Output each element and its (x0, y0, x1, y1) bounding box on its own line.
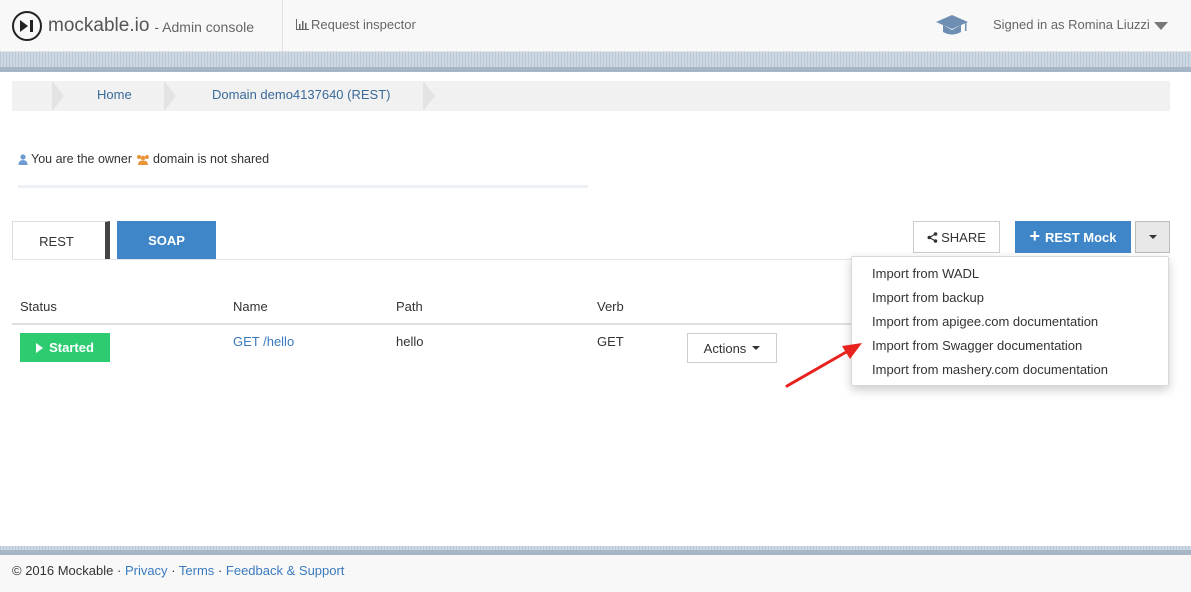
ownership-divider (18, 185, 588, 188)
play-icon (36, 342, 44, 353)
column-header-name: Name (233, 299, 268, 314)
signed-in-label: Signed in as Romina Liuzzi (993, 17, 1150, 32)
breadcrumb-separator (164, 81, 176, 111)
breadcrumb-separator (423, 81, 435, 111)
footer-separator: · (217, 563, 223, 578)
header-stripe (0, 52, 1191, 72)
footer-text: © 2016 Mockable · Privacy · Terms · Feed… (12, 563, 344, 578)
share-icon (927, 231, 938, 243)
footer-separator: · (171, 563, 176, 578)
rest-mock-label: REST Mock (1045, 229, 1117, 245)
graduation-cap-icon[interactable] (935, 13, 969, 42)
tab-rest[interactable]: REST (12, 221, 110, 260)
owner-text: You are the owner (31, 152, 133, 166)
chevron-down-icon (1153, 21, 1168, 30)
tab-soap[interactable]: SOAP (117, 221, 216, 260)
copyright: © 2016 Mockable · (12, 563, 122, 578)
privacy-link[interactable]: Privacy (125, 563, 168, 578)
user-menu[interactable]: Signed in as Romina Liuzzi (993, 17, 1168, 32)
ownership-info: You are the owner domain is not shared (18, 152, 269, 166)
shared-text: domain is not shared (153, 152, 270, 166)
import-dropdown-menu: Import from WADL Import from backup Impo… (851, 256, 1169, 386)
status-started-button[interactable]: Started (20, 333, 110, 362)
user-icon (18, 153, 28, 165)
top-navbar: mockable.io - Admin console Request insp… (0, 0, 1191, 52)
rest-mock-dropdown-toggle[interactable] (1135, 221, 1170, 253)
request-inspector-link[interactable]: Request inspector (296, 17, 416, 32)
footer: © 2016 Mockable · Privacy · Terms · Feed… (0, 555, 1191, 592)
terms-link[interactable]: Terms (179, 563, 214, 578)
header-divider (282, 0, 283, 52)
breadcrumb-separator (52, 81, 64, 111)
plus-icon: + (1029, 225, 1040, 246)
mock-name-link[interactable]: GET /hello (233, 334, 294, 349)
actions-label: Actions (703, 340, 747, 356)
play-pause-logo-icon (12, 11, 42, 41)
page: mockable.io - Admin console Request insp… (0, 0, 1191, 592)
menu-item-import-apigee[interactable]: Import from apigee.com documentation (872, 314, 1098, 329)
menu-item-import-backup[interactable]: Import from backup (872, 290, 984, 305)
breadcrumb: Home Domain demo4137640 (REST) (12, 81, 1170, 111)
column-header-verb: Verb (597, 299, 624, 314)
column-header-path: Path (396, 299, 423, 314)
column-header-status: Status (20, 299, 57, 314)
brand-subtitle: - Admin console (154, 19, 254, 35)
feedback-support-link[interactable]: Feedback & Support (226, 563, 345, 578)
actions-dropdown-button[interactable]: Actions (687, 333, 777, 363)
menu-item-import-swagger[interactable]: Import from Swagger documentation (872, 338, 1082, 353)
request-inspector-label: Request inspector (311, 17, 416, 32)
breadcrumb-domain[interactable]: Domain demo4137640 (REST) (212, 81, 390, 111)
caret-down-icon (752, 346, 761, 350)
group-icon (137, 154, 150, 165)
add-rest-mock-button[interactable]: + REST Mock (1015, 221, 1131, 253)
brand-name: mockable.io (48, 15, 150, 36)
table-header-divider (12, 323, 852, 325)
mock-verb: GET (597, 334, 624, 349)
share-button[interactable]: SHARE (913, 221, 1000, 253)
menu-item-import-wadl[interactable]: Import from WADL (872, 266, 979, 281)
menu-item-import-mashery[interactable]: Import from mashery.com documentation (872, 362, 1108, 377)
share-label: SHARE (941, 229, 986, 245)
annotation-arrow-icon (785, 343, 862, 388)
caret-down-icon (1148, 235, 1157, 239)
mock-path: hello (396, 334, 424, 349)
brand[interactable]: mockable.io - Admin console (12, 11, 254, 41)
footer-stripe (0, 546, 1191, 555)
bar-chart-icon (296, 19, 309, 30)
status-label: Started (49, 340, 94, 355)
breadcrumb-home[interactable]: Home (97, 81, 132, 111)
